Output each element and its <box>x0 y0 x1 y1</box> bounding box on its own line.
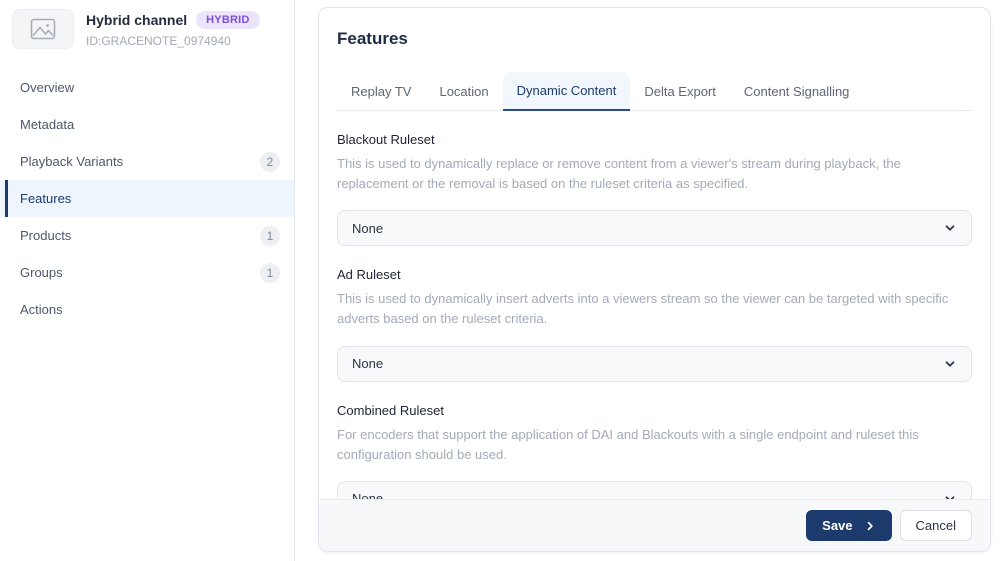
selected-value: None <box>352 221 383 236</box>
blackout-ruleset-select[interactable]: None <box>337 210 972 246</box>
sidebar-item-actions[interactable]: Actions <box>0 291 294 328</box>
ad-ruleset-section: Ad Ruleset This is used to dynamically i… <box>337 267 972 381</box>
chevron-down-icon <box>943 357 957 371</box>
image-placeholder-icon <box>30 18 56 40</box>
tab-replay-tv[interactable]: Replay TV <box>337 73 425 110</box>
ad-ruleset-select[interactable]: None <box>337 346 972 382</box>
sidebar-item-features[interactable]: Features <box>0 180 294 217</box>
save-button[interactable]: Save <box>806 510 891 541</box>
sidebar-nav: Overview Metadata Playback Variants 2 Fe… <box>0 69 294 328</box>
sidebar-item-groups[interactable]: Groups 1 <box>0 254 294 291</box>
sidebar-item-label: Features <box>20 191 71 206</box>
save-button-label: Save <box>822 518 852 533</box>
features-panel: Features Replay TV Location Dynamic Cont… <box>318 7 991 552</box>
sidebar-item-label: Products <box>20 228 71 243</box>
combined-ruleset-description: For encoders that support the applicatio… <box>337 425 972 465</box>
sidebar-item-label: Metadata <box>20 117 74 132</box>
features-tabs: Replay TV Location Dynamic Content Delta… <box>337 72 972 111</box>
cancel-button-label: Cancel <box>916 518 956 533</box>
sidebar-item-metadata[interactable]: Metadata <box>0 106 294 143</box>
channel-type-badge: HYBRID <box>196 11 259 29</box>
blackout-ruleset-section: Blackout Ruleset This is used to dynamic… <box>337 132 972 246</box>
channel-header: Hybrid channel HYBRID ID:GRACENOTE_09749… <box>0 0 294 55</box>
chevron-down-icon <box>943 221 957 235</box>
form-footer: Save Cancel <box>319 499 990 551</box>
sidebar-item-label: Overview <box>20 80 74 95</box>
channel-meta: Hybrid channel HYBRID ID:GRACENOTE_09749… <box>86 9 260 48</box>
ad-ruleset-label: Ad Ruleset <box>337 267 972 282</box>
combined-ruleset-label: Combined Ruleset <box>337 403 972 418</box>
chevron-right-icon <box>864 520 876 532</box>
channel-title: Hybrid channel <box>86 12 187 28</box>
ad-ruleset-description: This is used to dynamically insert adver… <box>337 289 972 329</box>
sidebar: Hybrid channel HYBRID ID:GRACENOTE_09749… <box>0 0 295 561</box>
count-badge: 1 <box>260 226 280 246</box>
tab-dynamic-content[interactable]: Dynamic Content <box>503 72 631 111</box>
sidebar-item-playback-variants[interactable]: Playback Variants 2 <box>0 143 294 180</box>
channel-thumbnail <box>12 9 74 49</box>
sidebar-item-products[interactable]: Products 1 <box>0 217 294 254</box>
page-title: Features <box>337 29 972 49</box>
tab-content-signalling[interactable]: Content Signalling <box>730 73 864 110</box>
channel-id: ID:GRACENOTE_0974940 <box>86 34 260 48</box>
count-badge: 1 <box>260 263 280 283</box>
count-badge: 2 <box>260 152 280 172</box>
sidebar-item-label: Groups <box>20 265 63 280</box>
sidebar-item-overview[interactable]: Overview <box>0 69 294 106</box>
selected-value: None <box>352 356 383 371</box>
blackout-ruleset-label: Blackout Ruleset <box>337 132 972 147</box>
tab-location[interactable]: Location <box>425 73 502 110</box>
blackout-ruleset-description: This is used to dynamically replace or r… <box>337 154 972 194</box>
cancel-button[interactable]: Cancel <box>900 510 972 541</box>
tab-delta-export[interactable]: Delta Export <box>630 73 730 110</box>
sidebar-item-label: Playback Variants <box>20 154 123 169</box>
sidebar-item-label: Actions <box>20 302 63 317</box>
